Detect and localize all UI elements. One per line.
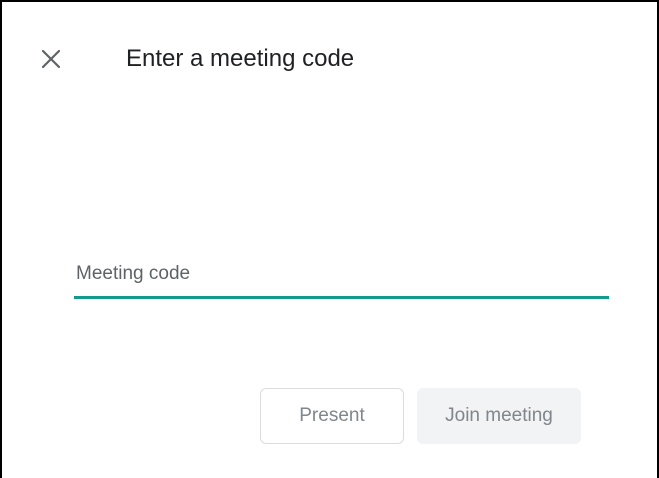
dialog-title: Enter a meeting code [126,45,355,72]
meeting-code-input[interactable] [74,256,609,296]
meeting-code-underline [74,296,609,299]
close-button[interactable] [40,48,62,70]
meeting-code-dialog: Enter a meeting code Present Join meetin… [0,0,659,478]
meeting-code-field [74,256,609,300]
join-meeting-button[interactable]: Join meeting [417,388,581,444]
close-icon [41,49,61,69]
present-button[interactable]: Present [260,388,404,444]
